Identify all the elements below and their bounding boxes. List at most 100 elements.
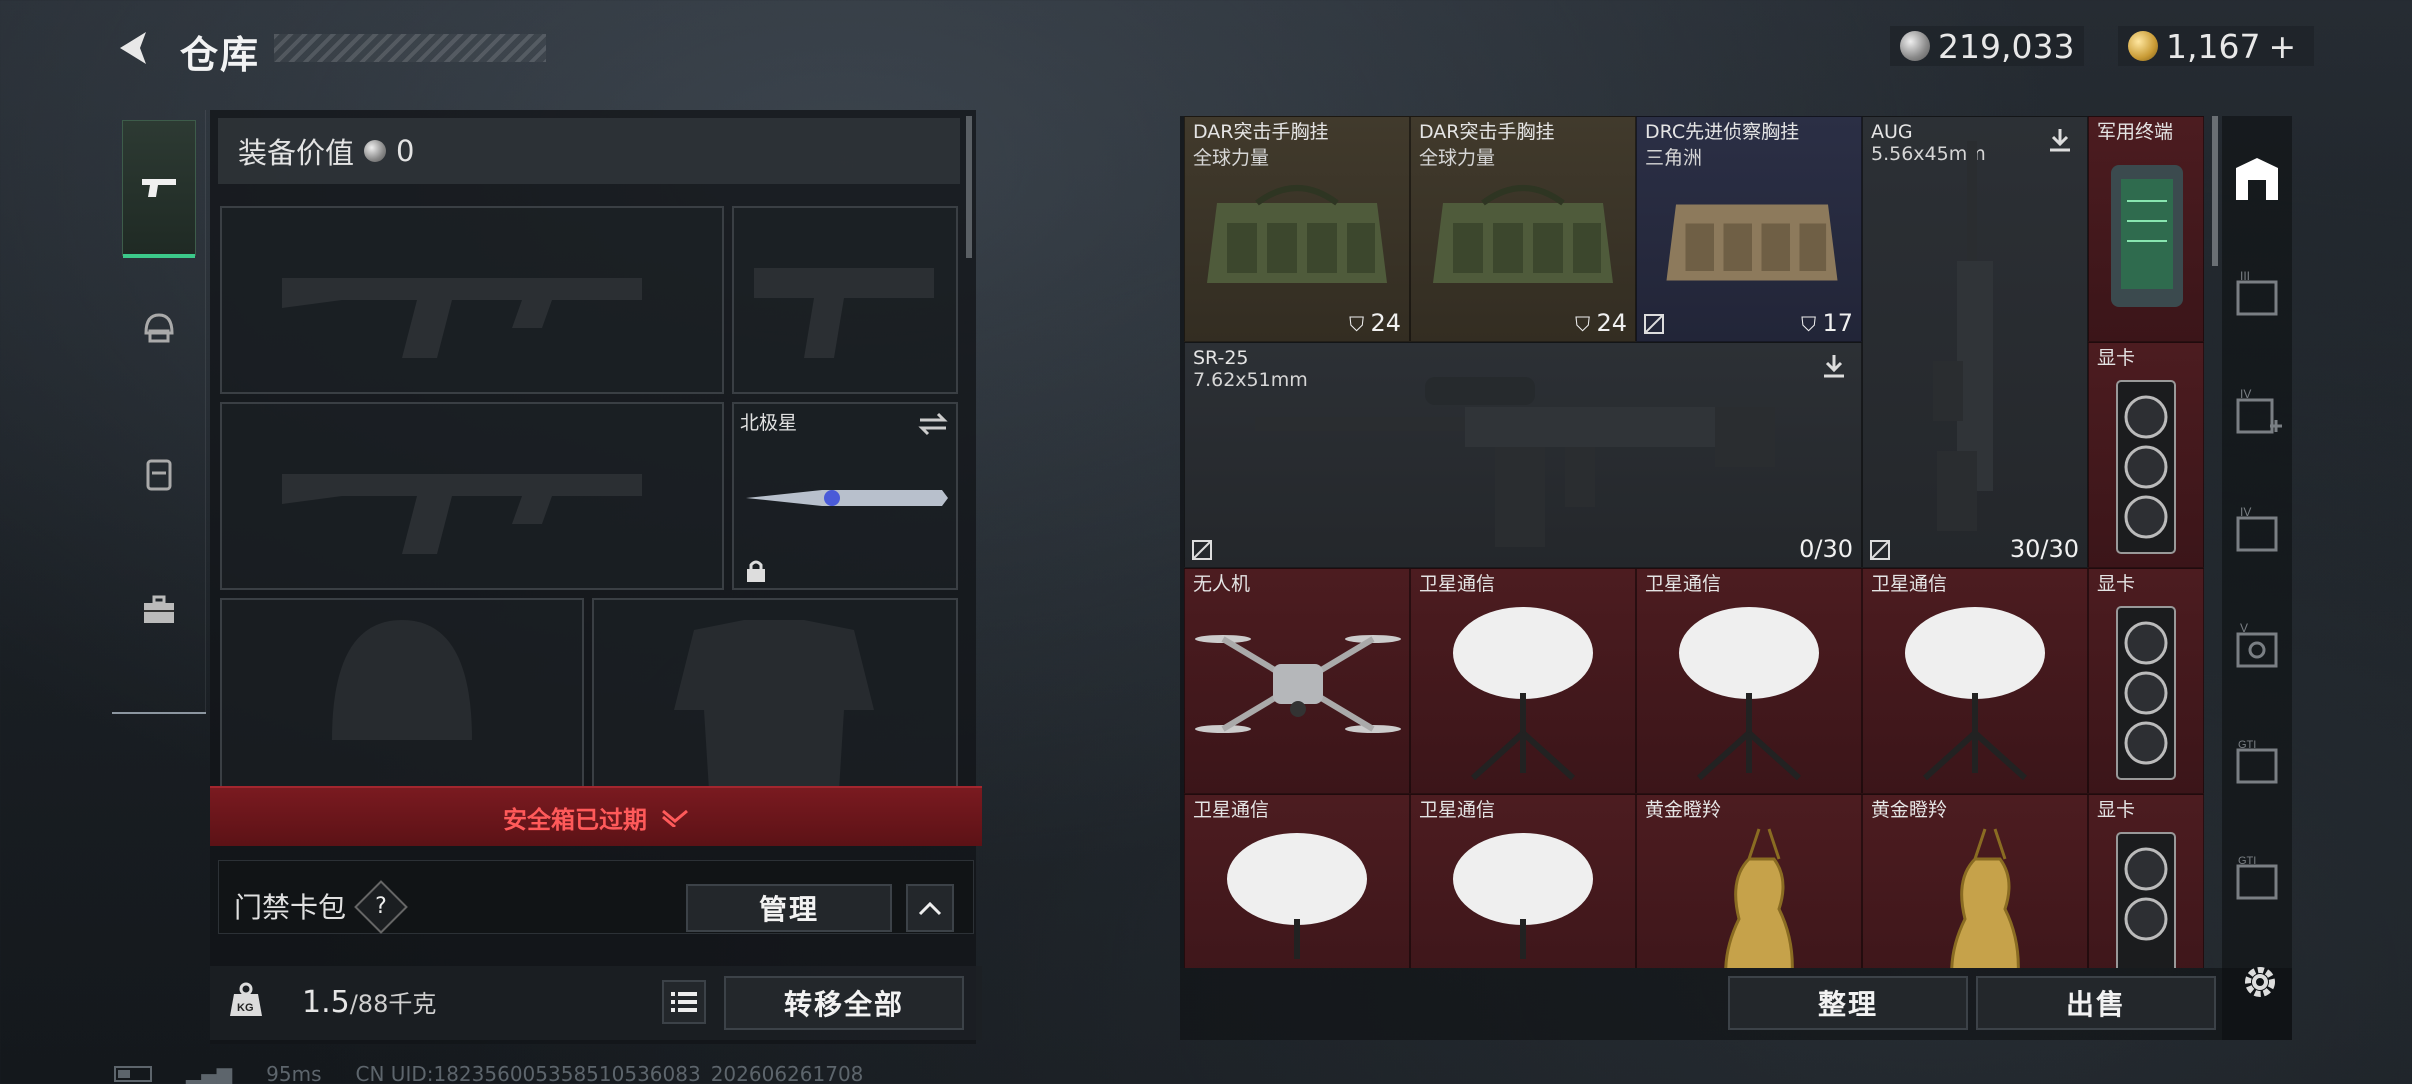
stash-page-4-icon[interactable]: IV — [2230, 386, 2284, 440]
stash-item[interactable]: AUG 5.56x45mm 30/30 — [1862, 116, 2088, 568]
collapse-button[interactable] — [906, 884, 954, 932]
stash-item[interactable]: 显卡 — [2088, 342, 2204, 568]
chest-rig-icon — [1433, 185, 1613, 283]
helmet-slot[interactable] — [220, 598, 584, 788]
chevron-up-icon — [918, 901, 942, 916]
uid-text: CN UID:182356005358510536083_20260626170… — [355, 1062, 864, 1084]
tab-case[interactable] — [122, 542, 196, 678]
stash-item[interactable]: 显卡 — [2088, 794, 2204, 968]
backpack-icon — [146, 459, 172, 491]
add-currency-button[interactable]: + — [2268, 27, 2296, 66]
briefcase-icon — [144, 595, 174, 623]
storage-icon[interactable] — [2230, 152, 2284, 206]
stash-item[interactable]: 卫星通信 — [1862, 568, 2088, 794]
armor-silhouette-icon — [674, 620, 874, 786]
stash-page-gti2-icon[interactable]: GTI — [2230, 852, 2284, 906]
svg-text:GTI: GTI — [2238, 739, 2256, 751]
stash-page-gti-icon[interactable]: GTI — [2230, 736, 2284, 790]
stash-item[interactable]: SR-25 7.62x51mm 0/30 — [1184, 342, 1862, 568]
gold-coin-icon — [2128, 31, 2158, 61]
swap-icon[interactable] — [918, 412, 948, 436]
silver-coin-icon — [1900, 31, 1930, 61]
stash-tabs: III IV IV V GTI GTI — [2222, 116, 2292, 1040]
graphics-card-icon — [2116, 832, 2176, 968]
golden-gazelle-icon — [1724, 828, 1794, 968]
tab-backpack[interactable] — [122, 406, 196, 542]
list-view-button[interactable] — [662, 980, 706, 1024]
svg-text:III: III — [2240, 269, 2250, 283]
golden-gazelle-icon — [1950, 828, 2020, 968]
manage-button[interactable]: 管理 — [686, 884, 892, 932]
stash-item[interactable]: 黄金瞪羚 — [1862, 794, 2088, 968]
download-icon[interactable] — [1821, 353, 1847, 379]
armor-slot[interactable] — [592, 598, 958, 788]
stash-item[interactable]: 军用终端 — [2088, 116, 2204, 342]
svg-text:IV: IV — [2240, 505, 2251, 519]
title-decoration — [274, 34, 546, 62]
list-icon — [671, 992, 697, 1012]
tab-helmet[interactable] — [122, 260, 196, 396]
stash-item[interactable]: DRC先进侦察胸挂 三角洲 ⛉ 17 — [1636, 116, 1862, 342]
tabs-divider — [112, 712, 206, 714]
tab-weapons[interactable] — [122, 120, 196, 258]
weight-max: /88千克 — [349, 990, 437, 1018]
pistol-silhouette-icon — [754, 268, 934, 358]
stash-page-5-icon[interactable]: V — [2230, 620, 2284, 674]
no-insure-icon — [1192, 540, 1212, 560]
signal-icon: ▂▄▆ — [186, 1062, 233, 1084]
stash-page-4b-icon[interactable]: IV — [2230, 504, 2284, 558]
category-tabs — [112, 110, 206, 714]
gold-currency[interactable]: 1,167 + — [2118, 26, 2314, 66]
svg-text:KG: KG — [237, 1002, 254, 1014]
stash-grid: DAR突击手胸挂 全球力量 ⛉ 24 DAR突击手胸挂 全球力量 ⛉ 24 DR… — [1180, 116, 2204, 968]
secondary-weapon-slot[interactable] — [220, 402, 724, 590]
silver-currency: 219,033 — [1890, 26, 2085, 66]
melee-slot[interactable]: 北极星 — [732, 402, 958, 590]
satellite-dish-icon — [1679, 607, 1819, 781]
no-insure-icon — [1870, 540, 1890, 560]
back-arrow-icon[interactable] — [112, 26, 156, 70]
stash-item[interactable]: 显卡 — [2088, 568, 2204, 794]
sr25-rifle-icon — [1255, 377, 1775, 547]
gear-icon[interactable] — [2238, 960, 2282, 1004]
stash-scrollbar[interactable] — [2212, 116, 2218, 266]
stash-item[interactable]: 卫星通信 — [1410, 794, 1636, 968]
sell-button[interactable]: 出售 — [1976, 976, 2216, 1030]
svg-text:IV: IV — [2240, 387, 2251, 401]
rifle-silhouette-icon — [282, 474, 642, 554]
satellite-dish-icon — [1453, 607, 1593, 781]
stash-item[interactable]: DAR突击手胸挂 全球力量 ⛉ 24 — [1410, 116, 1636, 342]
gold-amount: 1,167 — [2166, 26, 2261, 66]
chest-rig-icon — [1666, 204, 1838, 281]
svg-text:V: V — [2240, 621, 2248, 635]
pistol-slot[interactable] — [732, 206, 958, 394]
lock-icon — [747, 560, 765, 582]
satellite-dish-icon — [1453, 833, 1593, 959]
page-title: 仓库 — [180, 33, 261, 77]
helmet-silhouette-icon — [332, 620, 472, 740]
durability-icon: ⛉ — [1801, 312, 1823, 336]
satellite-dish-icon — [1905, 607, 2045, 781]
stash-page-3-icon[interactable]: III — [2230, 268, 2284, 322]
safe-box-expired-bar[interactable]: 安全箱已过期 — [210, 786, 982, 846]
weight-icon: KG — [230, 982, 262, 1016]
sort-button[interactable]: 整理 — [1728, 976, 1968, 1030]
value-coin-icon — [364, 140, 387, 162]
silver-amount: 219,033 — [1938, 26, 2075, 66]
stash-item[interactable]: 卫星通信 — [1636, 568, 1862, 794]
stash-item[interactable]: 卫星通信 — [1410, 568, 1636, 794]
primary-weapon-slot[interactable] — [220, 206, 724, 394]
chest-rig-icon — [1207, 185, 1387, 283]
transfer-all-button[interactable]: 转移全部 — [724, 976, 964, 1030]
terminal-icon — [2111, 165, 2183, 307]
loadout-scrollbar[interactable] — [966, 116, 972, 258]
ping-text: 95ms — [266, 1062, 322, 1084]
equipment-value-label: 装备价值 — [238, 136, 355, 170]
status-footer: ▂▄▆ 95ms CN UID:182356005358510536083_20… — [114, 1062, 863, 1084]
stash-item[interactable]: DAR突击手胸挂 全球力量 ⛉ 24 — [1184, 116, 1410, 342]
stash-item[interactable]: 无人机 — [1184, 568, 1410, 794]
aug-rifle-icon — [1933, 141, 1993, 531]
stash-item[interactable]: 黄金瞪羚 — [1636, 794, 1862, 968]
melee-name: 北极星 — [740, 412, 798, 434]
stash-item[interactable]: 卫星通信 — [1184, 794, 1410, 968]
